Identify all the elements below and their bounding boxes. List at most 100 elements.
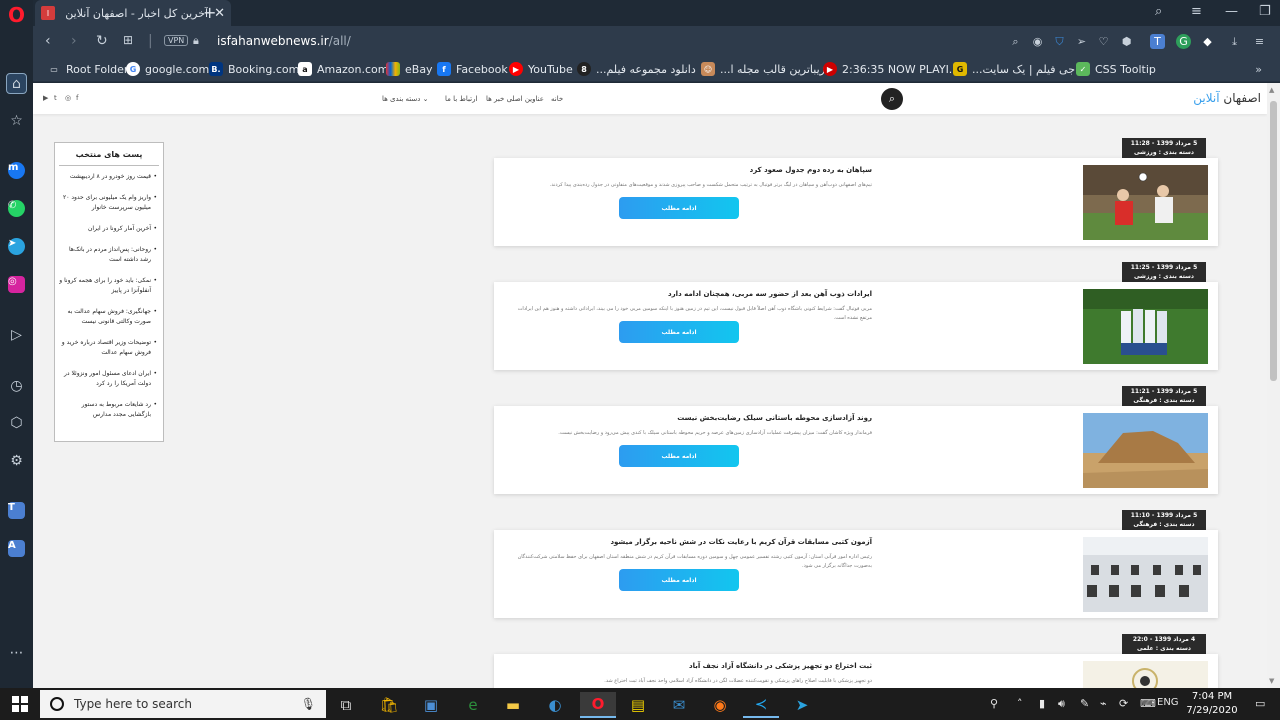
read-more-button[interactable]: ادامه مطلب	[619, 197, 739, 219]
menu-icon[interactable]: ≡	[1252, 34, 1267, 49]
settings-gear-icon[interactable]: ⚙	[6, 450, 27, 471]
mail-app-icon[interactable]: ✉	[661, 692, 697, 718]
bookmark-youtube[interactable]: ▶ YouTube	[509, 62, 573, 76]
twitter-social-icon[interactable]: t	[54, 94, 57, 102]
volume-icon[interactable]: 🔊︎	[1058, 697, 1065, 711]
instagram-icon[interactable]: ◎	[6, 274, 27, 295]
notifications-icon[interactable]: ▭	[1255, 697, 1265, 710]
post-category[interactable]: دسته بندی : علمی	[1122, 644, 1206, 653]
post-title[interactable]: روند آزادسازی محوطه باستانی سیلک رضایت‌ب…	[677, 414, 872, 422]
speed-dial-home-icon[interactable]: ⌂	[6, 73, 27, 94]
featured-item[interactable]: رد شایعات مربوط به دستور بازگشایی مجدد م…	[59, 400, 157, 420]
post-category[interactable]: دسته بندی : فرهنگی	[1122, 396, 1206, 405]
people-icon[interactable]: ⚲	[990, 697, 998, 710]
whatsapp-icon[interactable]: ✆	[6, 198, 27, 219]
medical-device-image[interactable]	[1083, 661, 1208, 688]
more-dots-icon[interactable]: ⋯	[6, 642, 27, 663]
featured-item[interactable]: جهانگیری: فروش سهام عدالت به صورت وکالتی…	[59, 307, 157, 327]
youtube-social-icon[interactable]: ▶	[43, 94, 48, 102]
post-title[interactable]: سپاهان به رده دوم جدول صعود کرد	[750, 166, 872, 174]
featured-item[interactable]: روحانی: پس‌انداز مردم در بانک‌ها رشد داش…	[59, 245, 157, 265]
heart-icon[interactable]: ♡	[1096, 34, 1111, 49]
nav-home[interactable]: خانه	[551, 95, 563, 103]
taskbar-clock[interactable]: 7:04 PM 7/29/2020	[1182, 690, 1242, 718]
ie-app-icon[interactable]: e	[455, 692, 491, 718]
post-category[interactable]: دسته بندی : ورزشی	[1122, 272, 1206, 281]
translate-ext-icon[interactable]: T	[6, 500, 27, 521]
tray-chevron-icon[interactable]: ˄	[1017, 697, 1023, 710]
bookmark-film[interactable]: 8 دانلود مجموعه فیلم...	[577, 62, 696, 76]
team-huddle-image[interactable]	[1083, 289, 1208, 364]
sync-icon[interactable]: ⟳	[1119, 697, 1128, 710]
bookmark-booking[interactable]: B. Booking.com	[209, 62, 299, 76]
post-title[interactable]: ثبت اختراع دو تجهیز پزشکی در دانشگاه آزا…	[689, 662, 872, 670]
bookmark-google[interactable]: Ggoogle.com	[126, 62, 209, 76]
read-more-button[interactable]: ادامه مطلب	[619, 321, 739, 343]
post-title[interactable]: آزمون کتبی مسابقات قرآن کریم با رعایت نک…	[610, 538, 872, 546]
telegram-app-icon[interactable]: ➤	[784, 692, 820, 718]
bookmark-ebay[interactable]: eBay	[386, 62, 433, 76]
featured-item[interactable]: توضیحات وزیر اقتصاد درباره خرید و فروش س…	[59, 338, 157, 358]
ccleaner-app-icon[interactable]: ◐	[537, 692, 573, 718]
history-clock-icon[interactable]: ◷	[6, 375, 27, 396]
featured-item[interactable]: ایران ادعای مسئول امور ونزوئلا در دولت آ…	[59, 369, 157, 389]
bookmark-facebook[interactable]: f Facebook	[437, 62, 508, 76]
lock-icon[interactable]: 🔒︎	[193, 34, 199, 48]
grammar-ext-icon[interactable]: G	[1176, 34, 1191, 49]
active-tab[interactable]: ا آخرین کل اخبار - اصفهان آنلاین ✕	[35, 0, 231, 26]
send-icon[interactable]: ▷	[6, 324, 27, 345]
featured-item[interactable]: واریز وام یک میلیونی برای حدود ۲۰ میلیون…	[59, 193, 157, 213]
read-more-button[interactable]: ادامه مطلب	[619, 445, 739, 467]
translate-ext-2-icon[interactable]: A	[6, 538, 27, 559]
read-more-button[interactable]: ادامه مطلب	[619, 569, 739, 591]
network-icon[interactable]: ⌁	[1100, 697, 1107, 710]
post-category[interactable]: دسته بندی : فرهنگی	[1122, 520, 1206, 529]
vscode-app-icon[interactable]: ≺	[743, 692, 779, 718]
battery-icon[interactable]: ▮	[1039, 697, 1045, 710]
scroll-down-icon[interactable]: ▼	[1269, 677, 1274, 685]
search-in-page-icon[interactable]: ⌕	[1008, 34, 1023, 49]
bookmark-now-playing[interactable]: ▶ 2:36:35 NOW PLAYI...	[823, 62, 959, 76]
url-field[interactable]: isfahanwebnews.ir/all/	[217, 34, 351, 48]
file-explorer-icon[interactable]: ▬	[495, 692, 531, 718]
featured-item[interactable]: قیمت روز خودرو در ۸ اردیبهشت	[59, 172, 157, 182]
new-tab-plus-icon[interactable]: +	[203, 3, 216, 22]
soccer-match-image[interactable]	[1083, 165, 1208, 240]
pen-icon[interactable]: ✎	[1080, 697, 1089, 710]
instagram-social-icon[interactable]: ◎	[65, 94, 71, 102]
windows-start-icon[interactable]	[12, 696, 28, 712]
explorer-app-icon[interactable]: ▣	[413, 692, 449, 718]
facebook-social-icon[interactable]: f	[76, 94, 78, 102]
scroll-up-icon[interactable]: ▲	[1269, 86, 1274, 94]
task-view-icon[interactable]: ⧉	[328, 692, 364, 718]
bookmarks-more-icon[interactable]: »	[1255, 63, 1262, 76]
tab-search-icon[interactable]: ⌕	[1155, 4, 1162, 19]
extensions-cube-icon[interactable]: ⬡	[6, 412, 27, 433]
keyboard-icon[interactable]: ⌨	[1140, 697, 1156, 710]
cube-ext-icon[interactable]: ⬢	[1119, 34, 1134, 49]
nav-contact[interactable]: ارتباط با ما	[445, 95, 477, 103]
exam-hall-image[interactable]	[1083, 537, 1208, 612]
site-search-icon[interactable]: ⌕	[881, 88, 903, 110]
featured-item[interactable]: آخرین آمار کرونا در ایران	[59, 224, 157, 234]
post-title[interactable]: ایرادات ذوب آهن بعد از حضور سه مربی، همچ…	[668, 290, 872, 298]
messenger-icon[interactable]: m	[6, 160, 27, 181]
site-logo[interactable]: اصفهان آنلاین	[1193, 91, 1261, 105]
vpn-badge[interactable]: VPN	[164, 35, 189, 46]
bookmark-amazon[interactable]: a Amazon.com	[298, 62, 388, 76]
camera-snapshot-icon[interactable]: ◉	[1030, 34, 1045, 49]
send-arrow-icon[interactable]: ➢	[1074, 34, 1089, 49]
nav-categories[interactable]: ⌄ دسته بندی ها	[382, 95, 428, 103]
taskbar-search-box[interactable]: Type here to search 🎙︎	[40, 690, 326, 718]
kmplayer-app-icon[interactable]: ▤	[620, 692, 656, 718]
bookmark-gfilm[interactable]: G جی فیلم | یک سایت...	[953, 62, 1075, 76]
microphone-icon[interactable]: 🎙︎	[301, 697, 316, 711]
bookmark-css-tooltip[interactable]: ✓ CSS Tooltip	[1076, 62, 1156, 76]
scroll-thumb[interactable]	[1270, 101, 1277, 381]
download-icon[interactable]: ⤓	[1227, 34, 1242, 49]
minimize-icon[interactable]: —	[1225, 4, 1238, 19]
firefox-app-icon[interactable]: ◉	[702, 692, 738, 718]
language-indicator[interactable]: ENG	[1157, 697, 1179, 708]
shield-check-icon[interactable]: ⛉	[1052, 34, 1067, 49]
reload-icon[interactable]: ↻	[96, 33, 108, 49]
